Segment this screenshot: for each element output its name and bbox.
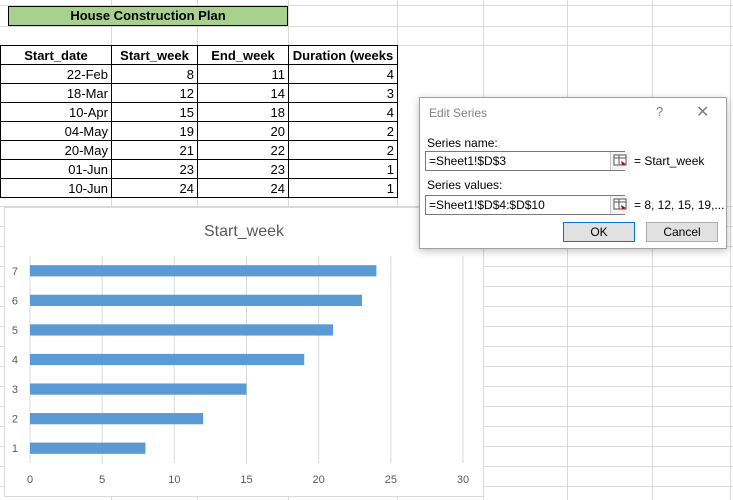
table-cell[interactable]: 24 [111, 178, 198, 198]
bar-chart[interactable]: Start_week 0 5 10 15 20 25 30 1 2 3 4 5 6 7 [4, 207, 484, 497]
dialog-title: Edit Series [429, 106, 488, 120]
y-category-label: 1 [12, 443, 18, 455]
table-cell[interactable]: 2 [288, 140, 398, 160]
table-cell[interactable]: 01-Jun [0, 159, 112, 179]
table-cell[interactable]: 24 [197, 178, 289, 198]
range-select-icon [613, 154, 627, 166]
table-cell[interactable]: 8 [111, 64, 198, 84]
series-values-input[interactable]: =Sheet1!$D$4:$D$10 [425, 195, 630, 215]
data-table: Start_date Start_week End_week Duration … [0, 45, 398, 198]
table-cell[interactable]: 12 [111, 83, 198, 103]
bar[interactable] [30, 413, 204, 425]
bar[interactable] [30, 324, 334, 336]
header-end-week[interactable]: End_week [197, 45, 289, 65]
header-start-date[interactable]: Start_date [0, 45, 112, 65]
table-cell[interactable]: 19 [111, 121, 198, 141]
table-row: 20-May 21 22 2 [0, 140, 398, 160]
y-category-label: 6 [12, 295, 18, 307]
table-cell[interactable]: 2 [288, 121, 398, 141]
series-name-input[interactable]: =Sheet1!$D$3 [425, 151, 630, 171]
x-tick-label: 10 [168, 474, 180, 486]
cancel-button[interactable]: Cancel [646, 222, 718, 242]
table-row: 01-Jun 23 23 1 [0, 159, 398, 179]
bar[interactable] [30, 265, 377, 277]
table-row: 22-Feb 8 11 4 [0, 64, 398, 84]
range-select-icon [613, 198, 627, 210]
x-tick-label: 5 [99, 474, 105, 486]
table-cell[interactable]: 4 [288, 64, 398, 84]
table-cell[interactable]: 22 [197, 140, 289, 160]
table-cell[interactable]: 20-May [0, 140, 112, 160]
table-cell[interactable]: 1 [288, 178, 398, 198]
bar[interactable] [30, 442, 146, 454]
series-name-preview: = Start_week [634, 154, 705, 168]
series-values-range-button[interactable] [610, 196, 630, 214]
table-cell[interactable]: 11 [197, 64, 289, 84]
y-category-label: 7 [12, 266, 18, 278]
table-cell[interactable]: 18 [197, 102, 289, 122]
edit-series-dialog: Edit Series ? ✕ Series name: =Sheet1!$D$… [419, 97, 727, 249]
table-cell[interactable]: 21 [111, 140, 198, 160]
table-cell[interactable]: 20 [197, 121, 289, 141]
ok-button[interactable]: OK [563, 222, 635, 242]
y-category-label: 4 [12, 355, 18, 367]
y-category-label: 2 [12, 414, 18, 426]
x-tick-label: 25 [385, 474, 397, 486]
series-values-label: Series values: [427, 178, 503, 192]
series-name-value: =Sheet1!$D$3 [429, 154, 507, 168]
x-tick-label: 20 [313, 474, 325, 486]
close-icon[interactable]: ✕ [696, 102, 709, 122]
series-values-value: =Sheet1!$D$4:$D$10 [429, 198, 545, 212]
table-cell[interactable]: 04-May [0, 121, 112, 141]
table-cell[interactable]: 10-Jun [0, 178, 112, 198]
bar[interactable] [30, 383, 247, 395]
table-cell[interactable]: 3 [288, 83, 398, 103]
header-duration[interactable]: Duration (weeks [288, 45, 398, 65]
sheet-title-cell[interactable]: House Construction Plan [8, 6, 288, 26]
table-cell[interactable]: 10-Apr [0, 102, 112, 122]
table-cell[interactable]: 23 [197, 159, 289, 179]
x-tick-label: 15 [240, 474, 252, 486]
series-name-label: Series name: [427, 136, 498, 150]
series-values-preview: = 8, 12, 15, 19,... [634, 198, 725, 212]
table-cell[interactable]: 18-Mar [0, 83, 112, 103]
chart-svg: Start_week 0 5 10 15 20 25 30 1 2 3 4 5 6 7 [12, 223, 469, 486]
bar[interactable] [30, 353, 305, 366]
x-tick-label: 30 [457, 474, 469, 486]
table-row: 18-Mar 12 14 3 [0, 83, 398, 103]
table-header-row: Start_date Start_week End_week Duration … [0, 45, 398, 65]
table-cell[interactable]: 22-Feb [0, 64, 112, 84]
bar[interactable] [30, 294, 362, 306]
help-icon[interactable]: ? [656, 104, 663, 119]
table-row: 10-Apr 15 18 4 [0, 102, 398, 122]
x-tick-label: 0 [27, 474, 33, 486]
table-row: 04-May 19 20 2 [0, 121, 398, 141]
y-category-label: 5 [12, 325, 18, 337]
header-start-week[interactable]: Start_week [111, 45, 198, 65]
table-cell[interactable]: 1 [288, 159, 398, 179]
table-cell[interactable]: 4 [288, 102, 398, 122]
table-row: 10-Jun 24 24 1 [0, 178, 398, 198]
table-cell[interactable]: 23 [111, 159, 198, 179]
table-cell[interactable]: 15 [111, 102, 198, 122]
chart-title: Start_week [204, 223, 285, 240]
series-name-range-button[interactable] [610, 152, 630, 170]
y-category-label: 3 [12, 384, 18, 396]
table-cell[interactable]: 14 [197, 83, 289, 103]
